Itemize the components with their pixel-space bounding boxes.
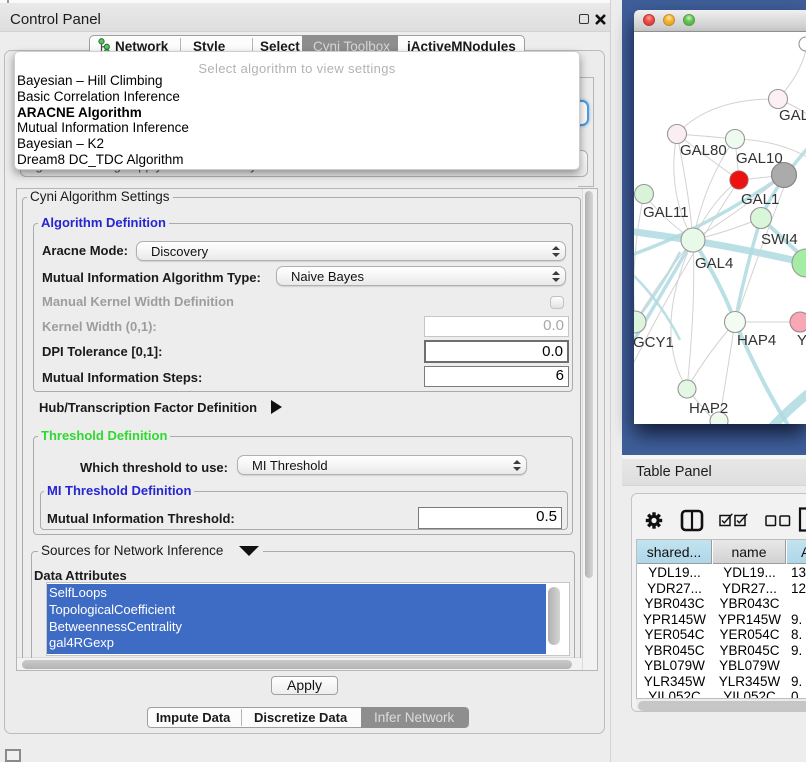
svg-text:SWI4: SWI4 (761, 231, 798, 248)
svg-text:GAL11: GAL11 (643, 204, 689, 221)
svg-text:GAL10: GAL10 (736, 150, 783, 167)
svg-text:Y: Y (797, 332, 806, 349)
svg-text:GAL2: GAL2 (779, 107, 806, 124)
svg-text:HAP4: HAP4 (737, 332, 776, 349)
svg-text:GAL4: GAL4 (695, 255, 733, 272)
svg-text:GAL1: GAL1 (741, 191, 779, 208)
svg-text:HAP2: HAP2 (689, 400, 728, 417)
svg-text:GCY1: GCY1 (634, 334, 674, 351)
svg-text:GAL80: GAL80 (680, 142, 727, 159)
